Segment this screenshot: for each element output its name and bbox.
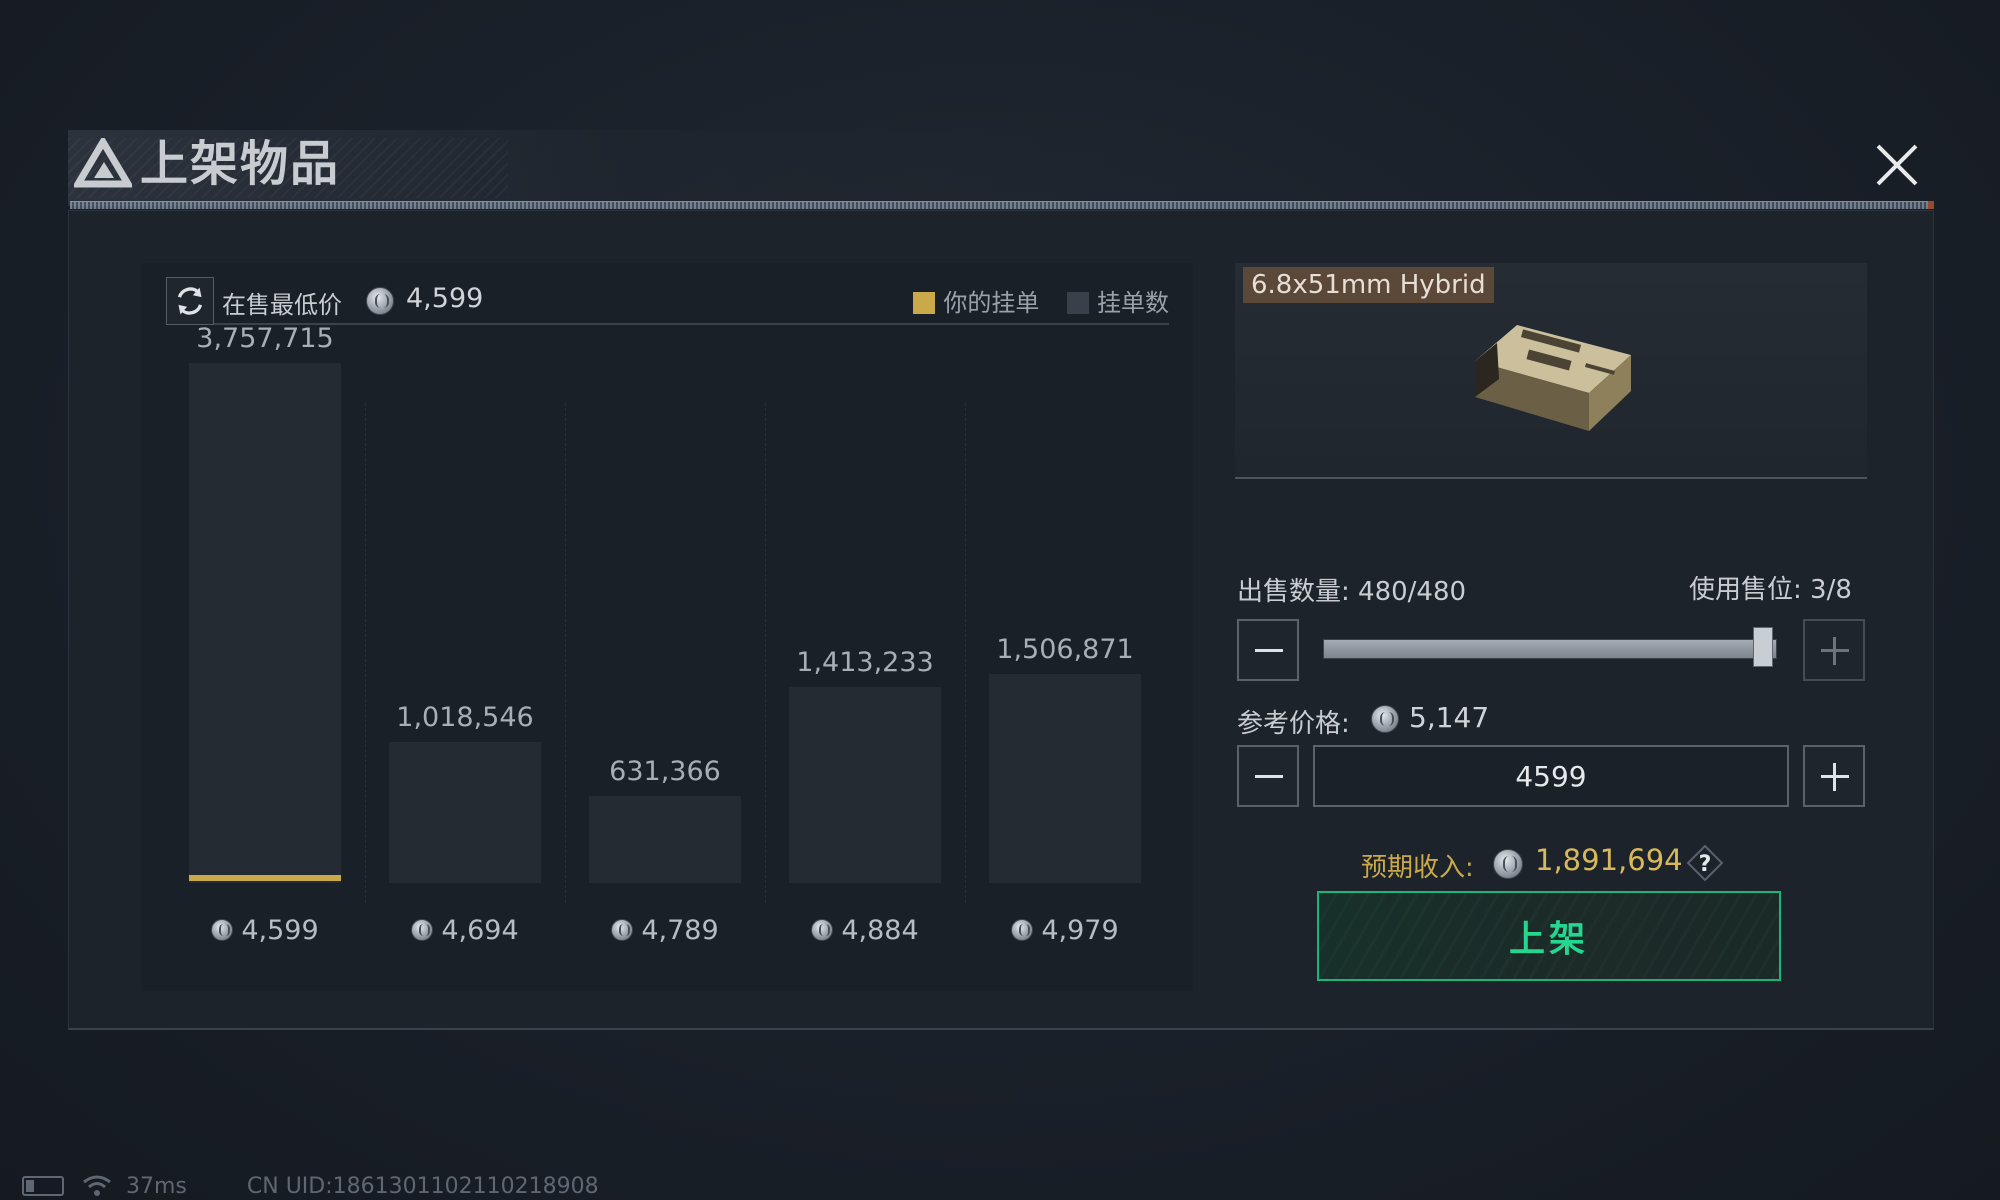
close-icon[interactable] — [1872, 138, 1922, 192]
coin-icon — [811, 919, 834, 941]
bar-column[interactable]: 1,413,233 4,884 — [789, 343, 941, 983]
quantity-slider-fill — [1324, 640, 1776, 658]
bar-price-label: 4,789 — [575, 915, 755, 946]
user-uid: CN UID:1861301102110218908 — [246, 1173, 599, 1199]
bar-price-label: 4,884 — [775, 915, 955, 946]
lowest-price-label: 在售最低价 — [222, 291, 342, 319]
quantity-plus-button[interactable] — [1803, 619, 1865, 681]
slots-label: 使用售位: 3/8 — [1689, 575, 1852, 605]
delta-logo-icon — [74, 138, 132, 188]
reference-price-value: 5,147 — [1409, 701, 1490, 734]
coin-icon — [366, 287, 394, 315]
legend-mine: 你的挂单 — [913, 283, 1039, 318]
bar — [389, 742, 541, 883]
bar — [589, 796, 741, 883]
bar-column[interactable]: 3,757,715 4,599 — [189, 323, 341, 983]
dialog-header: 上架物品 — [68, 130, 1934, 209]
list-submit-label: 上架 — [1508, 919, 1589, 960]
chart-grid-line — [565, 403, 566, 903]
quantity-minus-button[interactable] — [1237, 619, 1299, 681]
expected-income-label: 预期收入: — [1361, 853, 1474, 883]
item-card: 6.8x51mm Hybrid — [1235, 263, 1867, 479]
quantity-slider[interactable] — [1323, 639, 1777, 659]
chart-toolbar: 在售最低价 4,599 你的挂单 挂单数 — [166, 275, 1169, 325]
bar-column[interactable]: 1,506,871 4,979 — [989, 343, 1141, 983]
bar-column[interactable]: 1,018,546 4,694 — [389, 343, 541, 983]
legend-count: 挂单数 — [1067, 283, 1169, 318]
bar-value-label: 3,757,715 — [196, 323, 334, 354]
bar-mine-marker — [189, 875, 341, 881]
coin-icon — [411, 919, 434, 941]
chart-grid-line — [965, 403, 966, 903]
bar-column[interactable]: 631,366 4,789 — [589, 343, 741, 983]
refresh-icon[interactable] — [166, 277, 214, 325]
latency-value: 37ms — [126, 1173, 187, 1199]
question-icon[interactable]: ? — [1687, 845, 1723, 881]
bar-price-label: 4,694 — [375, 915, 555, 946]
quantity-label: 出售数量: 480/480 — [1237, 577, 1467, 607]
coin-icon — [1011, 919, 1034, 941]
reference-price-label: 参考价格: — [1237, 709, 1350, 739]
legend-label-mine: 你的挂单 — [943, 289, 1040, 317]
chart-legend: 你的挂单 挂单数 — [893, 283, 1169, 318]
bar-price-text: 4,694 — [441, 915, 519, 946]
coin-icon — [611, 919, 634, 941]
lowest-price-value: 4,599 — [406, 283, 484, 314]
chart-grid-line — [365, 403, 366, 903]
coin-icon — [211, 919, 234, 941]
coin-icon — [1493, 849, 1523, 879]
quantity-slider-thumb[interactable] — [1753, 627, 1773, 667]
item-name: 6.8x51mm Hybrid — [1243, 267, 1494, 303]
price-minus-button[interactable] — [1237, 745, 1299, 807]
bar-price-label: 4,979 — [975, 915, 1155, 946]
header-divider — [70, 201, 1934, 209]
wifi-icon — [83, 1175, 111, 1196]
legend-label-count: 挂单数 — [1097, 289, 1169, 317]
legend-swatch-count — [1067, 292, 1089, 314]
svg-text:?: ? — [1699, 852, 1712, 877]
bar-chart: 3,757,715 4,599 1,018,546 4,694 631,366 4,789… — [141, 323, 1193, 983]
status-bar: 37ms CN UID:1861301102110218908 — [22, 1172, 599, 1200]
dialog-title: 上架物品 — [140, 136, 341, 192]
list-submit-button[interactable]: 上架 — [1317, 891, 1781, 981]
bar — [789, 687, 941, 883]
bar-value-label: 631,366 — [609, 756, 721, 787]
bar-value-label: 1,413,233 — [796, 647, 934, 678]
coin-icon — [1371, 705, 1399, 733]
dialog-body: 在售最低价 4,599 你的挂单 挂单数 3,757,715 4,599 1,018… — [68, 210, 1934, 1030]
price-plus-button[interactable] — [1803, 745, 1865, 807]
price-input[interactable] — [1313, 745, 1789, 807]
ammo-box-icon — [1475, 325, 1631, 431]
bar-price-text: 4,884 — [841, 915, 919, 946]
list-item-dialog: 上架物品 在售最低价 4,599 你的挂单 挂单数 3,757,715 4,59… — [68, 130, 1934, 1030]
chart-grid-line — [765, 403, 766, 903]
bar-price-label: 4,599 — [175, 915, 355, 946]
bar-value-label: 1,018,546 — [396, 702, 534, 733]
bar-price-text: 4,599 — [241, 915, 319, 946]
bar-price-text: 4,979 — [1041, 915, 1119, 946]
battery-icon — [22, 1176, 64, 1196]
bar-value-label: 1,506,871 — [996, 634, 1134, 665]
market-depth-panel: 在售最低价 4,599 你的挂单 挂单数 3,757,715 4,599 1,018… — [141, 263, 1193, 991]
legend-swatch-mine — [913, 292, 936, 314]
bar-price-text: 4,789 — [641, 915, 719, 946]
expected-income-value: 1,891,694 — [1535, 843, 1683, 877]
bar — [189, 363, 341, 883]
bar — [989, 674, 1141, 883]
